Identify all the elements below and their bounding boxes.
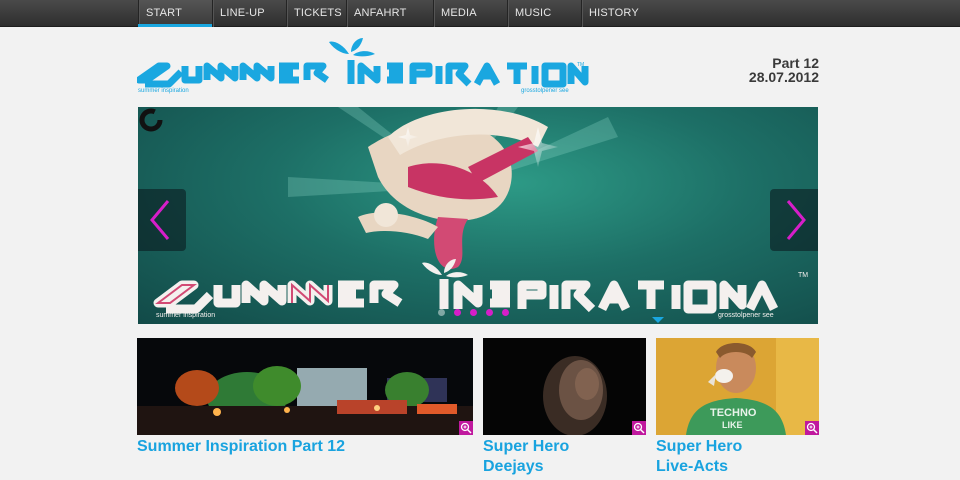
event-part: Part 12: [772, 55, 819, 71]
slider-next-button[interactable]: [770, 189, 818, 251]
zoom-button[interactable]: [805, 421, 819, 435]
nav-link-anfahrt[interactable]: Anfahrt: [346, 0, 433, 27]
trademark-mark: TM: [577, 62, 584, 68]
feature-title-line: Live-Acts: [656, 458, 729, 475]
slider-dot-5[interactable]: [502, 309, 509, 316]
zoom-button[interactable]: [632, 421, 646, 435]
svg-text:LIKE: LIKE: [722, 420, 743, 430]
live-act-portrait-photo: TECHNO LIKE: [656, 338, 819, 435]
nav-item-history[interactable]: History: [581, 0, 655, 27]
chevron-left-icon: [150, 200, 170, 240]
magnifier-icon: [806, 422, 818, 434]
feature-title-summer-inspiration[interactable]: Summer Inspiration Part 12: [137, 437, 473, 457]
site-logo[interactable]: summer inspiration grosstolpener see TM: [135, 38, 589, 96]
magnifier-icon: [633, 422, 645, 434]
zoom-button[interactable]: [459, 421, 473, 435]
nav-link-tickets[interactable]: Tickets: [286, 0, 346, 27]
nav-item-line-up[interactable]: Line-Up: [212, 0, 286, 27]
nav-link-media[interactable]: Media: [433, 0, 507, 27]
feature-title-line: Super Hero: [483, 438, 570, 455]
slider-dot-3[interactable]: [470, 309, 477, 316]
nav-item-music[interactable]: Music: [507, 0, 581, 27]
nav-link-history[interactable]: History: [581, 0, 655, 27]
hero-slider[interactable]: summer inspiration grosstolpener see TM: [138, 107, 818, 324]
feature-title-line: Super Hero: [656, 438, 743, 455]
feature-image-live-acts[interactable]: TECHNO LIKE: [656, 338, 819, 435]
slide-tagline-left: summer inspiration: [156, 312, 215, 319]
logo-tagline-right: grosstolpener see: [521, 88, 569, 94]
slider-dot-2[interactable]: [454, 309, 461, 316]
event-info: Part 12 28.07.2012: [749, 56, 819, 84]
hero-slide-artwork: summer inspiration grosstolpener see TM: [153, 107, 808, 323]
nav-item-start[interactable]: Start: [138, 0, 212, 27]
event-date: 28.07.2012: [748, 69, 819, 85]
magnifier-icon: [460, 422, 472, 434]
party-photo: [137, 338, 473, 435]
chevron-right-icon: [786, 200, 806, 240]
nav-item-media[interactable]: Media: [433, 0, 507, 27]
slide-trademark: TM: [798, 272, 808, 279]
loading-ring-icon: [139, 108, 163, 132]
svg-text:TECHNO: TECHNO: [710, 407, 757, 419]
slide-tagline-right: grosstolpener see: [718, 312, 774, 319]
slider-dot-4[interactable]: [486, 309, 493, 316]
nav-link-start[interactable]: Start: [138, 0, 212, 27]
feature-image-party[interactable]: [137, 338, 473, 435]
logo-tagline-left: summer inspiration: [138, 88, 189, 94]
active-indicator: [138, 24, 212, 27]
feature-title-deejays[interactable]: Super Hero Deejays: [483, 437, 646, 477]
summer-inspiration-logo-graphic: summer inspiration grosstolpener see TM: [135, 38, 589, 94]
slider-prev-button[interactable]: [138, 189, 186, 251]
nav-link-music[interactable]: Music: [507, 0, 581, 27]
deejay-portrait-photo: [483, 338, 646, 435]
feature-title-live-acts[interactable]: Super Hero Live-Acts: [656, 437, 819, 477]
feature-title-line: Deejays: [483, 458, 544, 475]
feature-image-deejays[interactable]: [483, 338, 646, 435]
slider-dot-1[interactable]: [438, 309, 445, 316]
nav-link-line-up[interactable]: Line-Up: [212, 0, 286, 27]
nav-item-tickets[interactable]: Tickets: [286, 0, 346, 27]
top-navigation: Start Line-Up Tickets Anfahrt Media Musi…: [0, 0, 960, 27]
nav-item-anfahrt[interactable]: Anfahrt: [346, 0, 433, 27]
